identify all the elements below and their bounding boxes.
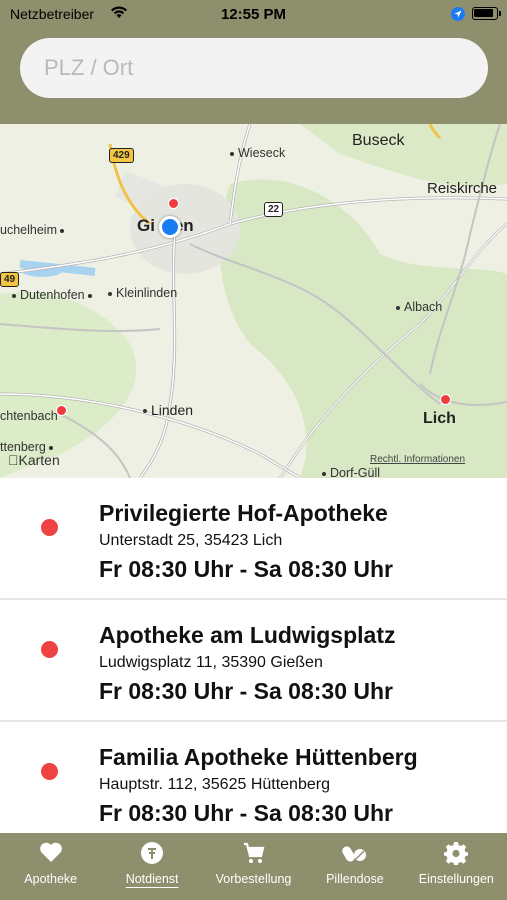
pharmacy-map-marker[interactable] [440, 394, 451, 405]
road-sign-b49: 49 [0, 272, 20, 287]
pharmacy-list-item[interactable]: Familia Apotheke Hüttenberg Hauptstr. 11… [0, 722, 507, 833]
map-label-heuchelheim: uchelheim [0, 223, 68, 237]
pharmacy-hours: Fr 08:30 Uhr - Sa 08:30 Uhr [99, 800, 394, 826]
clock: 12:55 PM [220, 6, 287, 23]
tab-label: Einstellungen [418, 872, 494, 886]
map-label-kleinlinden: Kleinlinden [108, 286, 177, 300]
heart-icon [0, 841, 101, 865]
tab-label: Apotheke [24, 872, 78, 886]
tab-notdienst[interactable]: Notdienst [101, 833, 202, 900]
map-label-lich: Lich [423, 410, 456, 427]
emergency-icon [101, 841, 202, 865]
tab-bar: Apotheke Notdienst Vorbestellung Pillend… [0, 833, 507, 900]
map-label-reiskirchen: Reiskirche [427, 180, 498, 197]
gear-icon [406, 841, 507, 865]
pharmacy-address: Unterstadt 25, 35423 Lich [99, 532, 283, 549]
map-label-albach: Albach [396, 300, 442, 314]
map-label-linden: Linden [143, 402, 193, 418]
map-label-dutenhofen: Dutenhofen [12, 288, 96, 302]
pharmacy-name: Apotheke am Ludwigsplatz [99, 622, 396, 648]
apple-logo-icon:  [8, 452, 19, 468]
map-label-buseck: Buseck [352, 132, 405, 149]
map-label-muschenbach: chtenbach [0, 409, 58, 423]
map-label-dorf-gull: Dorf-Güll [322, 466, 380, 478]
tab-label: Vorbestellung [215, 872, 292, 886]
tab-label: Notdienst [125, 872, 179, 886]
cart-icon [203, 841, 304, 865]
pharmacy-map-marker[interactable] [168, 198, 179, 209]
maps-attribution: Karten [8, 452, 60, 468]
pharmacy-hours: Fr 08:30 Uhr - Sa 08:30 Uhr [99, 556, 394, 582]
map-view[interactable]: Gi en Buseck Wieseck Reiskirche uchelhei… [0, 124, 507, 478]
pharmacy-list-item[interactable]: Privilegierte Hof-Apotheke Unterstadt 25… [0, 478, 507, 600]
pharmacy-address: Ludwigsplatz 11, 35390 Gießen [99, 654, 323, 671]
pharmacy-map-marker[interactable] [56, 405, 67, 416]
header: Netzbetreiber 12:55 PM [0, 0, 507, 124]
battery-icon [472, 7, 501, 20]
pharmacy-list-item[interactable]: Apotheke am Ludwigsplatz Ludwigsplatz 11… [0, 600, 507, 722]
tab-apotheke[interactable]: Apotheke [0, 833, 101, 900]
pharmacy-name: Familia Apotheke Hüttenberg [99, 744, 418, 770]
road-sign-a22: 22 [264, 202, 284, 217]
map-label-wieseck: Wieseck [230, 146, 285, 160]
pharmacy-list: Privilegierte Hof-Apotheke Unterstadt 25… [0, 478, 507, 833]
search-input[interactable] [20, 38, 488, 98]
pharmacy-marker-icon [41, 641, 58, 658]
user-location-marker [159, 216, 181, 238]
pharmacy-name: Privilegierte Hof-Apotheke [99, 500, 388, 526]
tab-pillendose[interactable]: Pillendose [304, 833, 405, 900]
pharmacy-marker-icon [41, 763, 58, 780]
status-bar: Netzbetreiber 12:55 PM [0, 0, 507, 30]
tab-einstellungen[interactable]: Einstellungen [406, 833, 507, 900]
legal-information-link[interactable]: Rechtl. Informationen [370, 454, 465, 465]
pharmacy-marker-icon [41, 519, 58, 536]
pharmacy-address: Hauptstr. 112, 35625 Hüttenberg [99, 776, 330, 793]
tab-vorbestellung[interactable]: Vorbestellung [203, 833, 304, 900]
pills-icon [304, 841, 405, 865]
tab-label: Pillendose [326, 872, 384, 886]
location-arrow-icon [451, 7, 465, 25]
pharmacy-hours: Fr 08:30 Uhr - Sa 08:30 Uhr [99, 678, 394, 704]
road-sign-b429: 429 [109, 148, 134, 163]
